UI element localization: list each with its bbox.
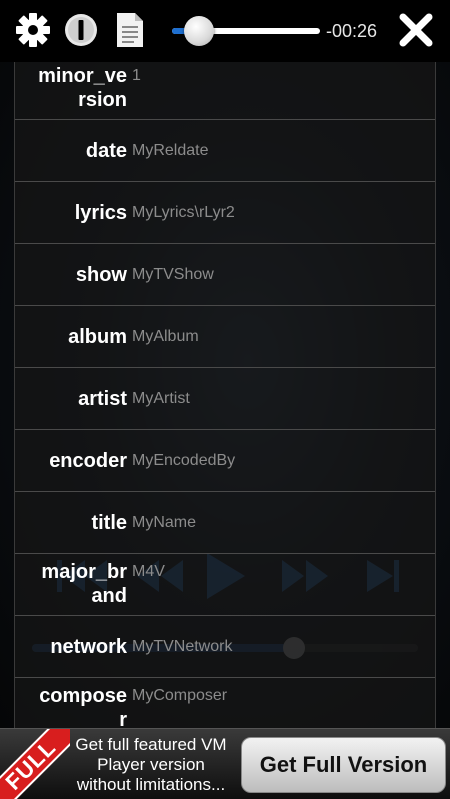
metadata-key-line: rsion (78, 89, 127, 111)
metadata-key: date (17, 139, 127, 163)
seek-thumb[interactable] (184, 16, 214, 46)
metadata-key-line: major_br (41, 561, 127, 583)
metadata-key-line: encoder (49, 450, 127, 472)
full-badge: FULL (0, 729, 70, 799)
metadata-key-line: and (91, 585, 127, 607)
metadata-key: encoder (17, 449, 127, 473)
metadata-value: 1 (132, 67, 141, 84)
ad-line-3: without limitations... (76, 775, 226, 794)
metadata-key-line: minor_ve (38, 65, 127, 87)
metadata-key-line: lyrics (74, 202, 127, 224)
close-icon[interactable] (396, 12, 436, 48)
metadata-row[interactable]: encoder MyEncodedBy (15, 430, 435, 492)
metadata-value: MyLyrics\rLyr2 (132, 204, 235, 221)
metadata-value: MyAlbum (132, 328, 199, 345)
metadata-key: compose r (17, 684, 127, 728)
metadata-value: MyTVNetwork (132, 638, 233, 655)
metadata-value: MyName (132, 514, 197, 531)
metadata-row[interactable]: title MyName (15, 492, 435, 554)
metadata-value: MyEncodedBy (132, 452, 236, 469)
ad-line-2: Player version (97, 755, 205, 774)
full-ribbon: FULL (0, 729, 70, 799)
seek-slider[interactable] (172, 16, 320, 46)
metadata-row[interactable]: show MyTVShow (15, 244, 435, 306)
metadata-row[interactable]: album MyAlbum (15, 306, 435, 368)
get-full-version-button[interactable]: Get Full Version (241, 737, 446, 793)
metadata-row[interactable]: network MyTVNetwork (15, 616, 435, 678)
metadata-table[interactable]: minor_ve rsion 1 date MyReldate lyrics MyLyric… (14, 58, 436, 728)
metadata-key-line: artist (78, 388, 127, 410)
metadata-key: major_br and (17, 560, 127, 608)
metadata-row[interactable]: date MyReldate (15, 120, 435, 182)
metadata-key-line: date (85, 140, 127, 162)
metadata-value: M4V (132, 563, 165, 580)
ad-banner[interactable]: FULL Get full featured VM Player version… (0, 728, 450, 799)
metadata-key-line: r (119, 709, 127, 728)
document-icon[interactable] (112, 12, 148, 48)
metadata-key-line: title (91, 512, 127, 534)
ad-line-1: Get full featured VM (75, 735, 227, 754)
metadata-row[interactable]: lyrics MyLyrics\rLyr2 (15, 182, 435, 244)
metadata-row[interactable]: artist MyArtist (15, 368, 435, 430)
metadata-row[interactable]: major_br and M4V (15, 554, 435, 616)
metadata-row[interactable]: minor_ve rsion 1 (15, 58, 435, 120)
metadata-row[interactable]: compose r MyComposer (15, 678, 435, 728)
top-toolbar: -00:26 (0, 0, 450, 62)
info-icon[interactable] (63, 12, 99, 48)
metadata-key: show (17, 263, 127, 287)
metadata-value: MyReldate (132, 142, 209, 159)
metadata-key: title (17, 511, 127, 535)
metadata-key-line: network (50, 636, 127, 658)
metadata-value: MyArtist (132, 390, 190, 407)
metadata-key-line: show (75, 264, 127, 286)
metadata-value: MyTVShow (132, 266, 214, 283)
gear-icon[interactable] (15, 12, 51, 48)
metadata-key: artist (17, 387, 127, 411)
metadata-key: minor_ve rsion (17, 64, 127, 112)
time-remaining: -00:26 (326, 21, 378, 41)
metadata-key: lyrics (17, 201, 127, 225)
metadata-key: network (17, 635, 127, 659)
metadata-key-line: compose (39, 685, 127, 707)
metadata-key-line: album (68, 326, 127, 348)
metadata-key: album (17, 325, 127, 349)
metadata-value: MyComposer (132, 687, 228, 704)
ad-text: Get full featured VM Player version with… (66, 735, 236, 795)
